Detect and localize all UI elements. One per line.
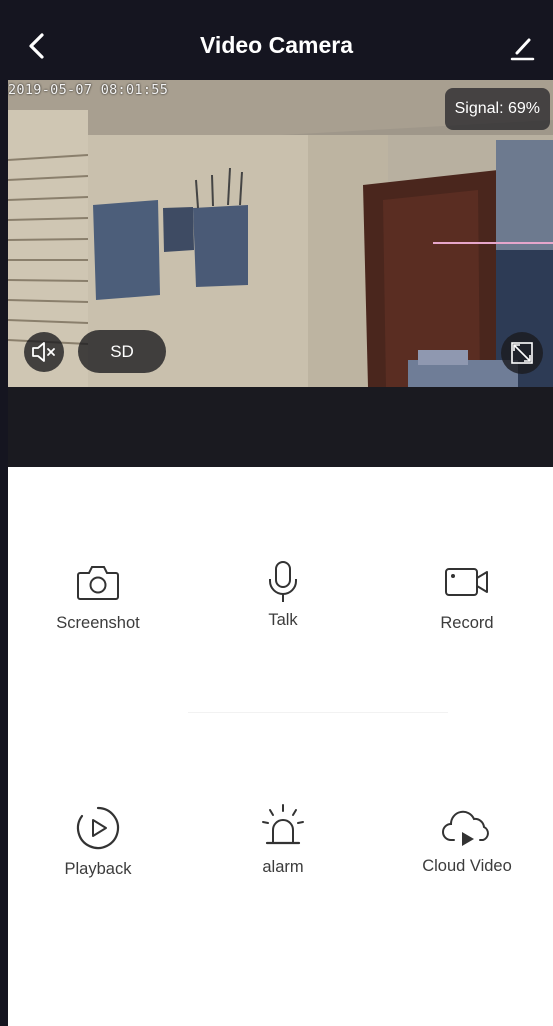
video-feed[interactable]: 2019-05-07 08:01:55 Signal: 69% SD: [8, 80, 553, 387]
video-timestamp: 2019-05-07 08:01:55: [8, 82, 169, 98]
speaker-muted-icon: [32, 342, 55, 362]
expand-icon: [511, 342, 533, 364]
section-divider: [188, 712, 448, 713]
cloud-video-icon: [442, 810, 489, 846]
quality-toggle-button[interactable]: SD: [78, 330, 166, 373]
video-record-icon: [445, 568, 488, 596]
app-screen: Video Camera 2019-05-07 08:01:55 Signal:…: [0, 0, 553, 1026]
microphone-icon: [269, 561, 297, 602]
playback-label: Playback: [64, 860, 132, 878]
cloud-video-label: Cloud Video: [422, 857, 512, 875]
talk-button[interactable]: Talk: [208, 559, 358, 630]
video-bottom-bar: [8, 387, 553, 467]
record-button[interactable]: Record: [392, 562, 542, 633]
status-bar: [0, 0, 553, 12]
fullscreen-button[interactable]: [501, 332, 543, 374]
talk-label: Talk: [268, 611, 298, 629]
mute-toggle-button[interactable]: [24, 332, 64, 372]
page-title: Video Camera: [200, 32, 353, 58]
left-edge-strip: [0, 0, 8, 1026]
screenshot-button[interactable]: Screenshot: [23, 562, 173, 633]
playback-button[interactable]: Playback: [23, 804, 173, 879]
controls-panel: Screenshot Talk Record Playback alarm Cl…: [8, 467, 553, 1026]
alarm-siren-icon: [262, 804, 304, 845]
navigation-bar: Video Camera: [0, 12, 553, 80]
record-label: Record: [440, 614, 494, 632]
playback-icon: [76, 806, 120, 850]
pencil-icon: [510, 38, 535, 61]
signal-strength-badge: Signal: 69%: [444, 88, 550, 130]
alarm-button[interactable]: alarm: [208, 802, 358, 877]
screenshot-label: Screenshot: [56, 614, 140, 632]
cloud-video-button[interactable]: Cloud Video: [392, 807, 542, 876]
camera-icon: [77, 566, 119, 600]
alarm-label: alarm: [262, 858, 304, 876]
edit-button[interactable]: [507, 32, 537, 62]
